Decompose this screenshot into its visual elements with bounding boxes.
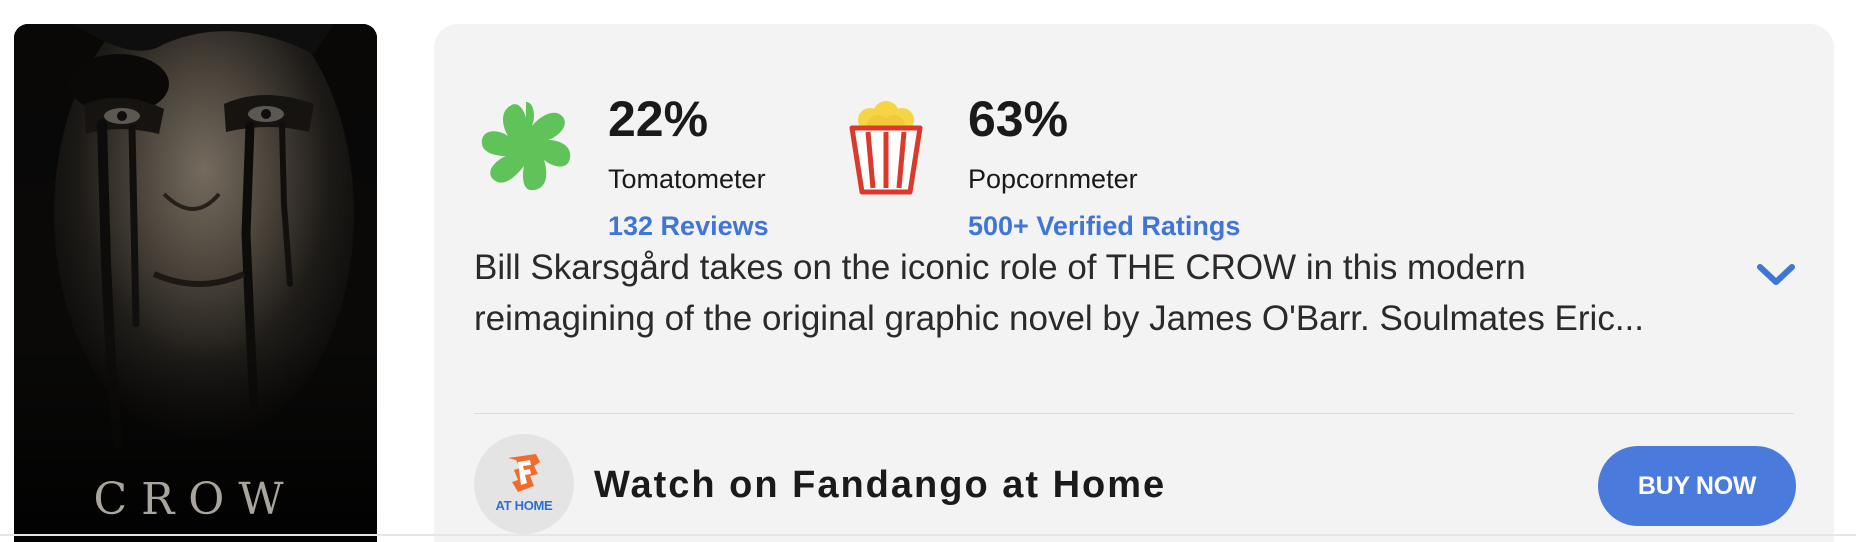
tomatometer-label: Tomatometer (608, 164, 766, 194)
fandango-f-icon (508, 454, 540, 492)
movie-poster[interactable]: CROW (14, 24, 377, 542)
rotten-splat-icon (481, 102, 571, 191)
expand-synopsis-button[interactable] (1754, 252, 1798, 296)
movie-score-panel: CROW 22% Tomatometer 132 Reviews 63% Pop… (0, 0, 1856, 542)
popcorn-bucket-icon (849, 101, 923, 195)
popcornmeter-score: 63% (968, 91, 1069, 147)
popcornmeter-ratings-link[interactable]: 500+ Verified Ratings (968, 213, 1240, 240)
chevron-down-icon (1757, 264, 1795, 285)
poster-title-text: CROW (93, 474, 298, 525)
buy-now-button[interactable]: BUY NOW (1598, 446, 1796, 526)
popcornmeter-label: Popcornmeter (968, 164, 1138, 194)
tomatometer-reviews-link[interactable]: 132 Reviews (608, 213, 769, 240)
fandango-at-home-logo: AT HOME (474, 434, 574, 534)
bottom-border (0, 534, 1856, 536)
movie-synopsis: Bill Skarsgård takes on the iconic role … (474, 248, 1645, 338)
fandango-logo-caption: AT HOME (495, 498, 553, 513)
section-divider (474, 413, 1794, 414)
watch-on-fandango-label: Watch on Fandango at Home (594, 464, 1167, 506)
tomatometer-score: 22% (608, 91, 709, 147)
poster-image (14, 24, 377, 542)
score-card: 22% Tomatometer 132 Reviews 63% Popcornm… (434, 24, 1834, 542)
